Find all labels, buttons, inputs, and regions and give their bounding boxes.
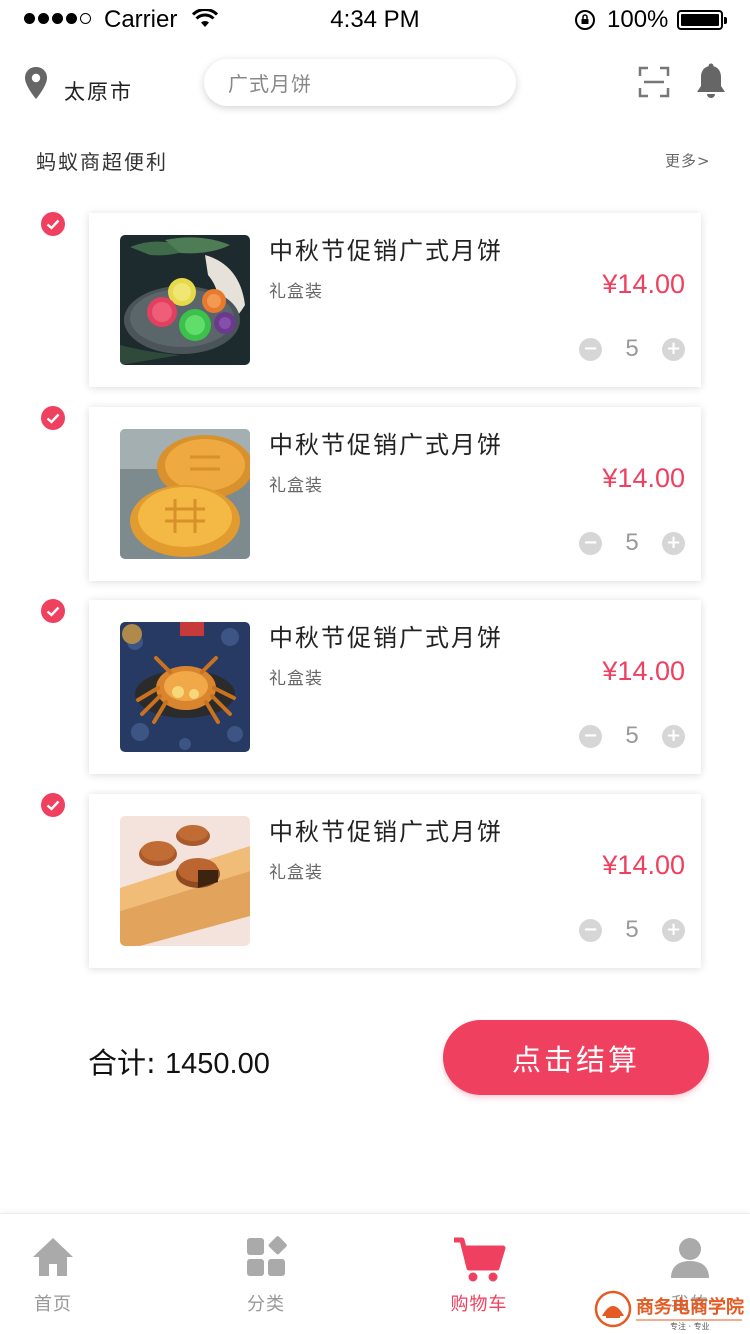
check-icon: [46, 413, 60, 424]
decrease-button[interactable]: −: [579, 724, 602, 748]
cart-icon: [452, 1236, 506, 1288]
checkout-label: 点击结算: [511, 1042, 640, 1077]
product-subtitle: 礼盒装: [269, 863, 323, 883]
product-image[interactable]: [120, 816, 250, 946]
decrease-button[interactable]: −: [579, 531, 602, 555]
quantity-stepper: − 5 +: [579, 722, 685, 750]
quantity-stepper: − 5 +: [579, 335, 685, 363]
cart-item: 中秋节促销广式月饼 礼盒装 ¥14.00 − 5 +: [89, 407, 701, 581]
location-pin-icon[interactable]: [24, 66, 48, 104]
product-image[interactable]: [120, 429, 250, 559]
cart-item: 中秋节促销广式月饼 礼盒装 ¥14.00 − 5 +: [89, 600, 701, 774]
product-subtitle: 礼盒装: [269, 476, 323, 496]
quantity-stepper: − 5 +: [579, 916, 685, 944]
product-title[interactable]: 中秋节促销广式月饼: [269, 425, 503, 460]
product-image[interactable]: [120, 235, 250, 365]
checkout-button[interactable]: 点击结算: [443, 1020, 709, 1095]
tab-cart[interactable]: 购物车: [424, 1214, 534, 1334]
battery-icon: [677, 10, 727, 30]
product-title[interactable]: 中秋节促销广式月饼: [269, 618, 503, 653]
cart-total: 合计: 1450.00: [88, 1040, 270, 1082]
rotation-lock-icon: [574, 9, 596, 38]
tab-label: 分类: [247, 1294, 285, 1315]
status-bar: Carrier 4:34 PM 100%: [0, 0, 750, 40]
item-checkbox[interactable]: [41, 406, 65, 430]
product-price: ¥14.00: [602, 463, 685, 493]
watermark-logo: 商务电商学院 专注 · 专业: [594, 1290, 746, 1331]
more-link[interactable]: 更多>: [665, 150, 711, 171]
increase-button[interactable]: +: [662, 918, 685, 942]
cart-item: 中秋节促销广式月饼 礼盒装 ¥14.00 − 5 +: [89, 213, 701, 387]
total-value: 1450.00: [165, 1048, 270, 1080]
product-price: ¥14.00: [602, 269, 685, 299]
product-price: ¥14.00: [602, 850, 685, 880]
decrease-button[interactable]: −: [579, 918, 602, 942]
total-label: 合计:: [88, 1046, 156, 1080]
check-icon: [46, 606, 60, 617]
store-name: 蚂蚁商超便利: [36, 150, 168, 174]
home-icon: [31, 1236, 75, 1282]
product-subtitle: 礼盒装: [269, 282, 323, 302]
item-checkbox[interactable]: [41, 599, 65, 623]
decrease-button[interactable]: −: [579, 337, 602, 361]
search-placeholder: 广式月饼: [228, 72, 312, 96]
item-checkbox[interactable]: [41, 793, 65, 817]
quantity-stepper: − 5 +: [579, 529, 685, 557]
scan-icon[interactable]: [638, 66, 670, 102]
product-image[interactable]: [120, 622, 250, 752]
user-icon: [669, 1236, 711, 1284]
increase-button[interactable]: +: [662, 337, 685, 361]
city-selector[interactable]: 太原市: [64, 76, 133, 106]
tab-label: 购物车: [450, 1294, 508, 1315]
quantity-value: 5: [625, 529, 639, 556]
increase-button[interactable]: +: [662, 531, 685, 555]
item-checkbox[interactable]: [41, 212, 65, 236]
tab-label: 首页: [34, 1294, 72, 1315]
quantity-value: 5: [625, 916, 639, 943]
search-input[interactable]: 广式月饼: [204, 59, 516, 106]
category-icon: [245, 1236, 287, 1282]
cart-item: 中秋节促销广式月饼 礼盒装 ¥14.00 − 5 +: [89, 794, 701, 968]
quantity-value: 5: [625, 335, 639, 362]
product-subtitle: 礼盒装: [269, 669, 323, 689]
tab-category[interactable]: 分类: [211, 1214, 321, 1334]
increase-button[interactable]: +: [662, 724, 685, 748]
battery-percent: 100%: [607, 6, 669, 33]
product-title[interactable]: 中秋节促销广式月饼: [269, 231, 503, 266]
check-icon: [46, 800, 60, 811]
quantity-value: 5: [625, 722, 639, 749]
product-price: ¥14.00: [602, 656, 685, 686]
check-icon: [46, 219, 60, 230]
notification-bell-icon[interactable]: [695, 63, 727, 105]
tab-home[interactable]: 首页: [0, 1214, 108, 1334]
svg-text:专注 · 专业: 专注 · 专业: [670, 1321, 710, 1330]
product-title[interactable]: 中秋节促销广式月饼: [269, 812, 503, 847]
svg-text:商务电商学院: 商务电商学院: [636, 1296, 744, 1318]
